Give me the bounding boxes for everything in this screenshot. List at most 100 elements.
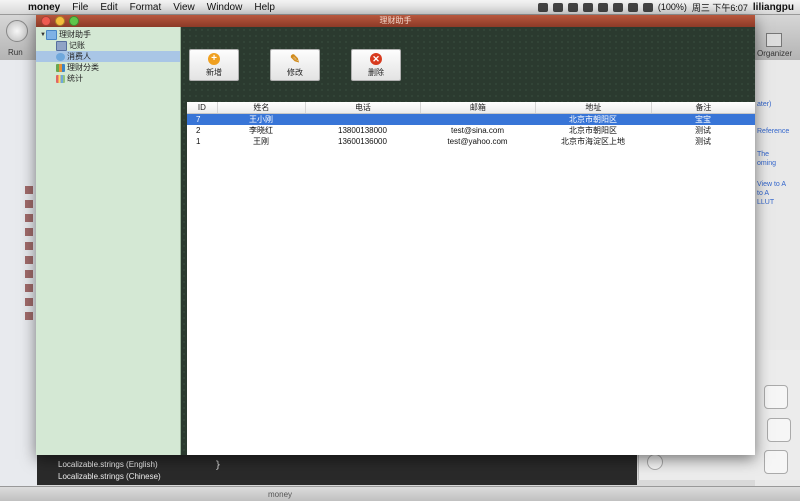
cell-id: 1: [196, 137, 201, 146]
table-row[interactable]: 7 王小刚 北京市朝阳区 宝宝: [187, 114, 755, 125]
person-icon: [56, 52, 65, 61]
cell-note: 宝宝: [695, 115, 711, 124]
file-icon[interactable]: [25, 270, 33, 278]
tree-item-label: 消费人: [67, 52, 91, 61]
edit-button-label: 修改: [287, 67, 303, 77]
cell-name: 李晓红: [249, 126, 273, 135]
menu-view[interactable]: View: [167, 2, 201, 13]
window-title: 理财助手: [379, 16, 412, 25]
file-item[interactable]: Localizable.strings (Chinese): [40, 471, 161, 483]
menu-user[interactable]: liliangpu: [753, 2, 794, 13]
display-icon[interactable]: [582, 2, 593, 12]
flag-icon[interactable]: [627, 2, 638, 12]
menu-help[interactable]: Help: [248, 2, 281, 13]
cell-address: 北京市海淀区上地: [561, 137, 625, 146]
delete-button-label: 删除: [368, 67, 384, 77]
cell-name: 王小刚: [249, 115, 273, 124]
file-icon[interactable]: [25, 256, 33, 264]
menu-window[interactable]: Window: [201, 2, 249, 13]
table-row[interactable]: 1 王刚 13600136000 test@yahoo.com 北京市海淀区上地…: [187, 136, 755, 147]
cell-id: 7: [196, 115, 201, 124]
title-bar[interactable]: 理财助手: [36, 15, 755, 27]
tree-root-label: 理财助手: [59, 30, 91, 39]
tree-item-bookkeeping[interactable]: 记账: [56, 40, 85, 51]
quick-help-snippets: ater) Reference The oming View to A to A…: [757, 100, 789, 207]
file-icon[interactable]: [25, 214, 33, 222]
file-icon[interactable]: [25, 186, 33, 194]
cell-email: test@yahoo.com: [447, 137, 508, 146]
library-item[interactable]: [764, 385, 788, 409]
debug-status: money: [268, 489, 293, 499]
column-header-phone[interactable]: 电话: [306, 102, 421, 113]
table-row[interactable]: 2 李晓红 13800138000 test@sina.com 北京市朝阳区 测…: [187, 125, 755, 136]
tree-item-categories[interactable]: 理财分类: [56, 62, 99, 73]
pencil-icon: ✎: [289, 51, 301, 66]
run-button[interactable]: [6, 20, 28, 42]
wifi-icon[interactable]: [612, 2, 623, 12]
cell-phone: 13800138000: [338, 126, 387, 135]
file-item[interactable]: Localizable.strings (English): [40, 459, 161, 471]
file-icon[interactable]: [25, 200, 33, 208]
delete-button[interactable]: ✕ 删除: [351, 49, 401, 81]
tree-item-label: 统计: [67, 74, 83, 83]
app-window: 理财助手 ▼ 理财助手 记账 消费人 理财分类 统计 + 新增 ✎ 修改 ✕ 删…: [36, 15, 755, 455]
add-button-label: 新增: [206, 67, 222, 77]
menu-file[interactable]: File: [66, 2, 94, 13]
snippet: ater): [757, 101, 772, 108]
snippet[interactable]: The: [757, 150, 789, 159]
cell-address: 北京市朝阳区: [569, 115, 617, 124]
snippet[interactable]: to A: [757, 189, 789, 198]
tree-item-statistics[interactable]: 统计: [56, 73, 83, 84]
library-item[interactable]: [767, 418, 791, 442]
run-label: Run: [8, 48, 23, 57]
organizer-icon[interactable]: [766, 33, 782, 47]
edit-button[interactable]: ✎ 修改: [270, 49, 320, 81]
table-header: ID 姓名 电话 邮箱 地址 备注: [187, 102, 755, 114]
xcode-status-bar: money: [0, 486, 800, 501]
file-icon[interactable]: [25, 298, 33, 306]
bluetooth-icon[interactable]: [597, 2, 608, 12]
tree-item-label: 理财分类: [67, 63, 99, 72]
menu-app-name[interactable]: money: [22, 2, 66, 13]
code-line: }: [215, 460, 222, 471]
tree-root[interactable]: ▼ 理财助手: [40, 29, 91, 40]
column-header-name[interactable]: 姓名: [218, 102, 306, 113]
column-header-email[interactable]: 邮箱: [421, 102, 536, 113]
menu-format[interactable]: Format: [124, 2, 168, 13]
cell-name: 王刚: [253, 137, 269, 146]
cell-email: test@sina.com: [450, 126, 505, 135]
delete-icon: ✕: [370, 52, 382, 65]
battery-percent: (100%): [657, 2, 687, 12]
cell-note: 测试: [695, 126, 711, 135]
file-icon[interactable]: [25, 284, 33, 292]
sidebar: ▼ 理财助手 记账 消费人 理财分类 统计: [36, 27, 181, 455]
battery-icon[interactable]: [642, 2, 653, 12]
plus-icon: +: [208, 52, 220, 65]
file-icon[interactable]: [25, 228, 33, 236]
file-icon[interactable]: [25, 312, 33, 320]
file-icon[interactable]: [25, 242, 33, 250]
library-item[interactable]: [764, 450, 788, 474]
qq-icon[interactable]: [537, 2, 548, 12]
column-header-id[interactable]: ID: [187, 102, 218, 113]
category-icon: [56, 63, 65, 72]
tree-item-label: 记账: [69, 41, 85, 50]
add-button[interactable]: + 新增: [189, 49, 239, 81]
folder-icon: [46, 29, 57, 40]
consumer-table[interactable]: ID 姓名 电话 邮箱 地址 备注 7 王小刚 北京市朝阳区 宝宝 2 李晓红 …: [187, 102, 755, 455]
tree-item-consumers[interactable]: 消费人: [36, 51, 180, 62]
menu-clock[interactable]: 周三 下午6:07: [692, 1, 748, 14]
menu-bar: money File Edit Format View Window Help …: [0, 0, 800, 15]
snippet[interactable]: LLUT: [757, 198, 789, 207]
column-header-note[interactable]: 备注: [652, 102, 755, 113]
column-header-address[interactable]: 地址: [536, 102, 652, 113]
stats-icon: [56, 74, 65, 83]
snippet[interactable]: oming: [757, 159, 789, 168]
menu-edit[interactable]: Edit: [94, 2, 123, 13]
cell-note: 测试: [695, 137, 711, 146]
snippet[interactable]: Reference: [757, 127, 789, 136]
time-machine-icon[interactable]: [567, 2, 578, 12]
snippet[interactable]: View to A: [757, 180, 789, 189]
sync-icon[interactable]: [552, 2, 563, 12]
help-icon[interactable]: [647, 454, 663, 470]
